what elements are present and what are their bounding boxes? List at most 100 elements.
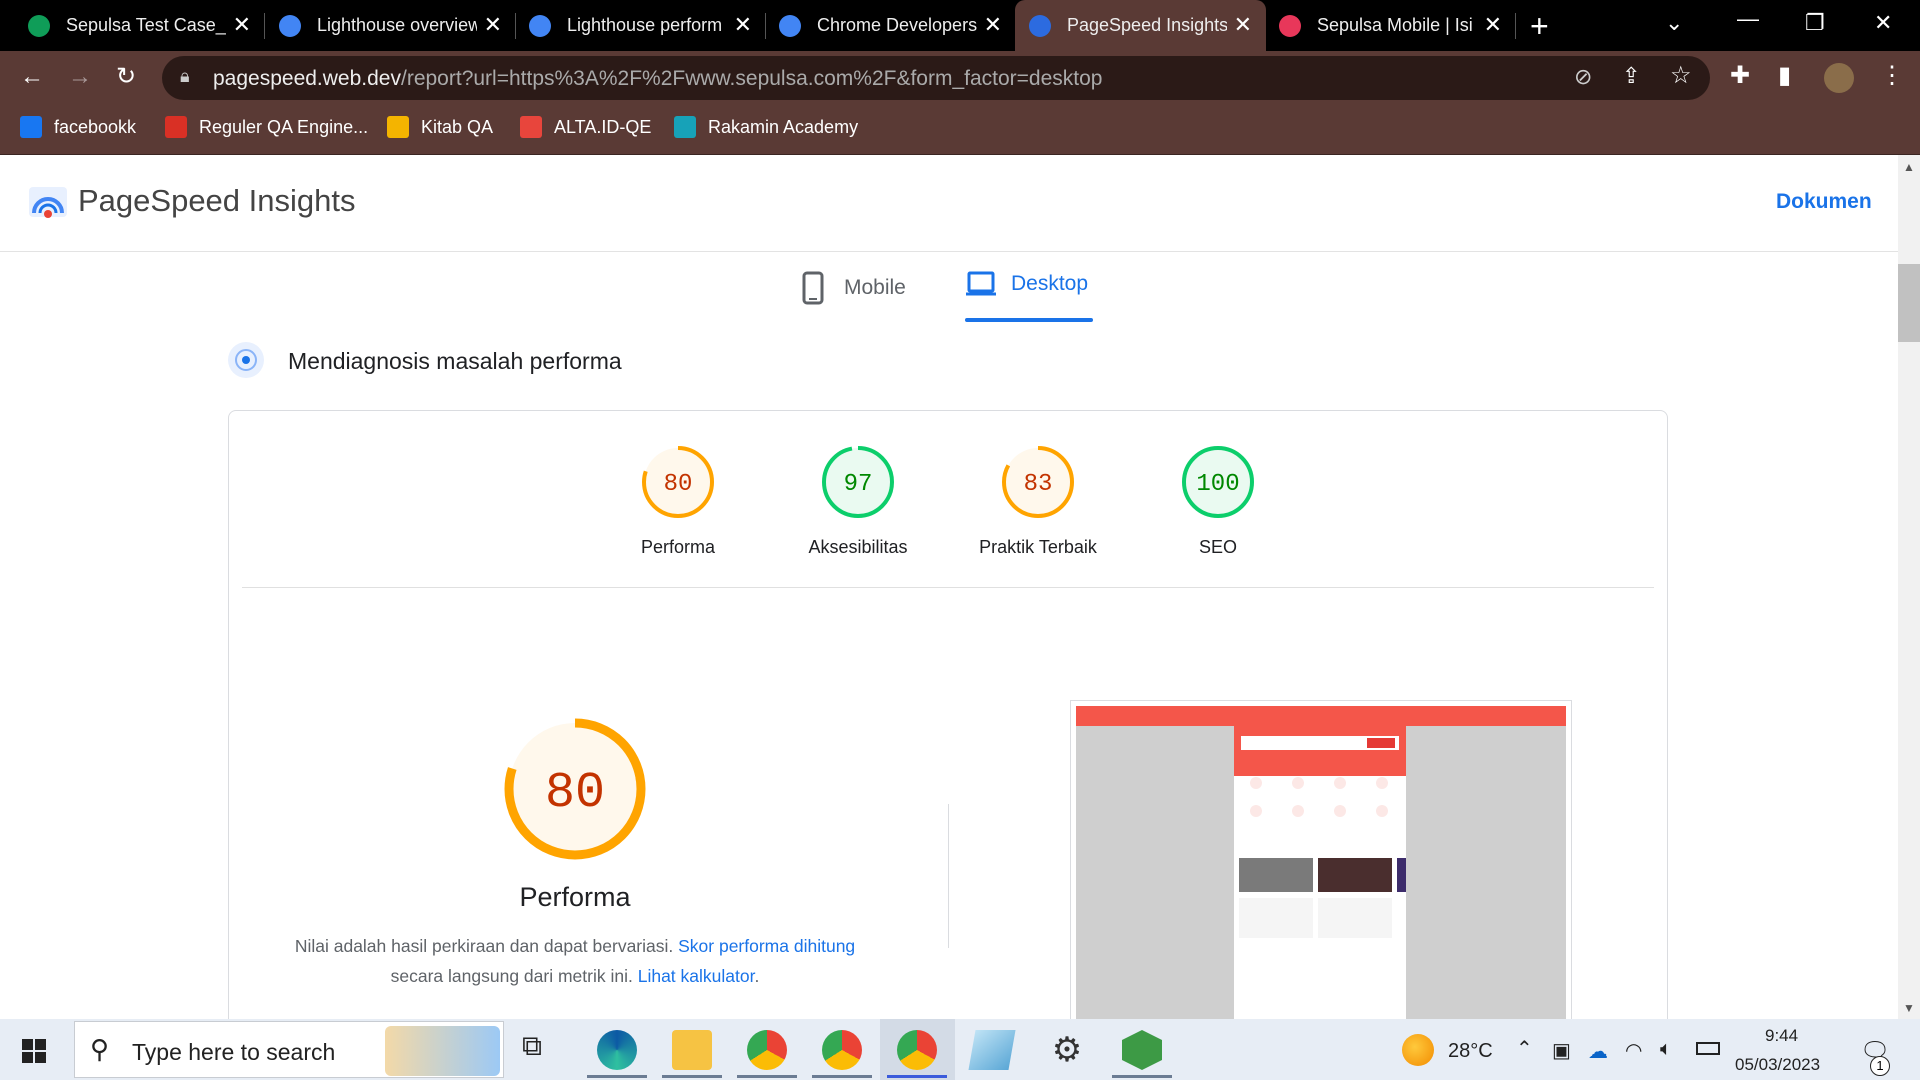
- bookmark-label: Reguler QA Engine...: [199, 116, 369, 137]
- psi-title[interactable]: PageSpeed Insights: [78, 183, 356, 219]
- score-gauge[interactable]: 80: [640, 444, 716, 520]
- url-text[interactable]: pagespeed.web.dev/report?url=https%3A%2F…: [213, 67, 1102, 91]
- volume-icon[interactable]: 🔈︎: [1660, 1038, 1672, 1061]
- device-icon[interactable]: ▣: [1552, 1038, 1571, 1063]
- explorer-active-indicator: [662, 1075, 722, 1078]
- score-gauge[interactable]: 83: [1000, 444, 1076, 520]
- chrome-2-indicator: [812, 1075, 872, 1078]
- extensions-icon[interactable]: ✚: [1730, 61, 1750, 90]
- tab-close-icon[interactable]: ✕: [233, 14, 251, 36]
- weather-temperature[interactable]: 28°C: [1448, 1040, 1493, 1063]
- chrome-profile-1-icon[interactable]: [747, 1030, 787, 1070]
- tab-title: PageSpeed Insights: [1067, 15, 1227, 35]
- main-score-value: 80: [545, 765, 605, 822]
- close-window-icon[interactable]: ✕: [1874, 10, 1892, 36]
- profile-avatar[interactable]: [1824, 63, 1854, 93]
- chrome-profile-2-icon[interactable]: [822, 1030, 862, 1070]
- desc-end: .: [754, 966, 760, 986]
- tab-close-icon[interactable]: ✕: [734, 14, 752, 36]
- clock-time[interactable]: 9:44: [1765, 1026, 1798, 1046]
- bookmark-item[interactable]: Rakamin Academy: [674, 116, 858, 138]
- bookmark-favicon-icon: [387, 116, 409, 138]
- onedrive-icon[interactable]: ☁: [1588, 1039, 1608, 1064]
- scrollbar-thumb[interactable]: [1898, 264, 1920, 342]
- task-view-icon[interactable]: ⧉: [522, 1030, 562, 1070]
- pagespeed-logo-icon[interactable]: [28, 183, 68, 223]
- score-label: Aksesibilitas: [808, 537, 908, 557]
- desc-text-2: secara langsung dari metrik ini.: [390, 966, 633, 986]
- performance-main-gauge[interactable]: 80: [500, 714, 650, 864]
- battery-icon[interactable]: [1696, 1042, 1720, 1055]
- vertical-divider: [948, 804, 949, 948]
- tab-search-icon[interactable]: ⌄: [1665, 10, 1683, 36]
- lock-icon[interactable]: 🔒︎: [180, 66, 190, 87]
- browser-tab[interactable]: Chrome Developers ✕: [765, 0, 1016, 51]
- notes-app-icon[interactable]: [968, 1030, 1016, 1070]
- score-value: 97: [844, 471, 873, 498]
- reload-icon[interactable]: ↻: [116, 62, 136, 91]
- new-tab-button[interactable]: +: [1530, 8, 1549, 45]
- score-gauge[interactable]: 100: [1180, 444, 1256, 520]
- tab-title: Lighthouse perform: [567, 15, 723, 35]
- tab-desktop-label: Desktop: [1011, 272, 1089, 295]
- nodejs-indicator: [1112, 1075, 1172, 1078]
- settings-gear-icon[interactable]: ⚙: [1047, 1030, 1087, 1070]
- calculator-link[interactable]: Lihat kalkulator: [638, 966, 755, 986]
- weather-icon[interactable]: [1402, 1034, 1434, 1066]
- bookmark-item[interactable]: facebookk: [20, 116, 136, 138]
- active-tab-indicator: [965, 318, 1093, 322]
- tab-separator: [1515, 13, 1516, 39]
- tab-close-icon[interactable]: ✕: [1484, 14, 1502, 36]
- browser-tab[interactable]: Sepulsa Mobile | Isi ✕: [1265, 0, 1516, 51]
- bookmark-label: facebookk: [54, 116, 137, 137]
- card-divider: [242, 587, 1654, 588]
- search-placeholder: Type here to search: [132, 1039, 336, 1065]
- chrome-profile-3-icon[interactable]: [897, 1030, 937, 1070]
- scroll-up-icon[interactable]: ▲: [1903, 160, 1915, 174]
- bookmark-item[interactable]: ALTA.ID-QE: [520, 116, 651, 138]
- tab-mobile-label: Mobile: [844, 276, 906, 299]
- star-icon[interactable]: ☆: [1670, 61, 1692, 90]
- tab-favicon-icon: [529, 14, 551, 37]
- browser-tab[interactable]: PageSpeed Insights ✕: [1015, 0, 1266, 51]
- show-hidden-icons-icon[interactable]: ⌃: [1516, 1036, 1533, 1061]
- share-icon[interactable]: ⇪: [1622, 63, 1640, 89]
- diagnose-icon: [228, 342, 264, 378]
- score-label: Performa: [640, 537, 716, 557]
- tab-favicon-icon: [1029, 14, 1051, 37]
- wifi-icon[interactable]: ◠: [1625, 1038, 1642, 1063]
- clock-date[interactable]: 05/03/2023: [1735, 1055, 1820, 1075]
- url-path: /report?url=https%3A%2F%2Fwww.sepulsa.co…: [401, 67, 1103, 90]
- bookmark-item[interactable]: Kitab QA: [387, 116, 493, 138]
- desc-text-1: Nilai adalah hasil perkiraan dan dapat b…: [294, 936, 674, 956]
- tab-desktop[interactable]: Desktop: [965, 271, 1088, 297]
- bookmark-favicon-icon: [520, 116, 542, 138]
- bookmark-item[interactable]: Reguler QA Engine...: [165, 116, 368, 138]
- tab-close-icon[interactable]: ✕: [484, 14, 502, 36]
- docs-link[interactable]: Dokumen: [1776, 190, 1872, 214]
- windows-start-icon[interactable]: [22, 1039, 46, 1063]
- laptop-icon: [966, 271, 996, 296]
- score-calc-link[interactable]: Skor performa dihitung: [678, 936, 855, 956]
- search-highlight-image[interactable]: [385, 1026, 500, 1076]
- tab-close-icon[interactable]: ✕: [984, 14, 1002, 36]
- edge-icon[interactable]: [597, 1030, 637, 1070]
- restore-icon[interactable]: ❐: [1805, 10, 1825, 36]
- browser-tab[interactable]: Lighthouse overview ✕: [265, 0, 516, 51]
- forward-icon[interactable]: →: [68, 63, 92, 91]
- tab-mobile[interactable]: Mobile: [802, 271, 906, 305]
- tab-favicon-icon: [1279, 14, 1301, 37]
- tab-title: Lighthouse overview: [317, 15, 477, 35]
- file-explorer-icon[interactable]: [672, 1030, 712, 1070]
- eye-off-icon[interactable]: ⊘: [1574, 64, 1592, 90]
- browser-tab[interactable]: Sepulsa Test Case_E ✕: [14, 0, 265, 51]
- tab-close-icon[interactable]: ✕: [1234, 14, 1252, 36]
- back-icon[interactable]: ←: [20, 63, 44, 91]
- scroll-down-icon[interactable]: ▼: [1903, 1001, 1915, 1015]
- edge-active-indicator: [587, 1075, 647, 1078]
- score-gauge[interactable]: 97: [820, 444, 896, 520]
- minimize-icon[interactable]: —: [1737, 6, 1759, 32]
- browser-tab[interactable]: Lighthouse perform ✕: [515, 0, 766, 51]
- menu-icon[interactable]: ⋮: [1880, 61, 1904, 90]
- side-panel-icon[interactable]: ▮: [1778, 61, 1791, 90]
